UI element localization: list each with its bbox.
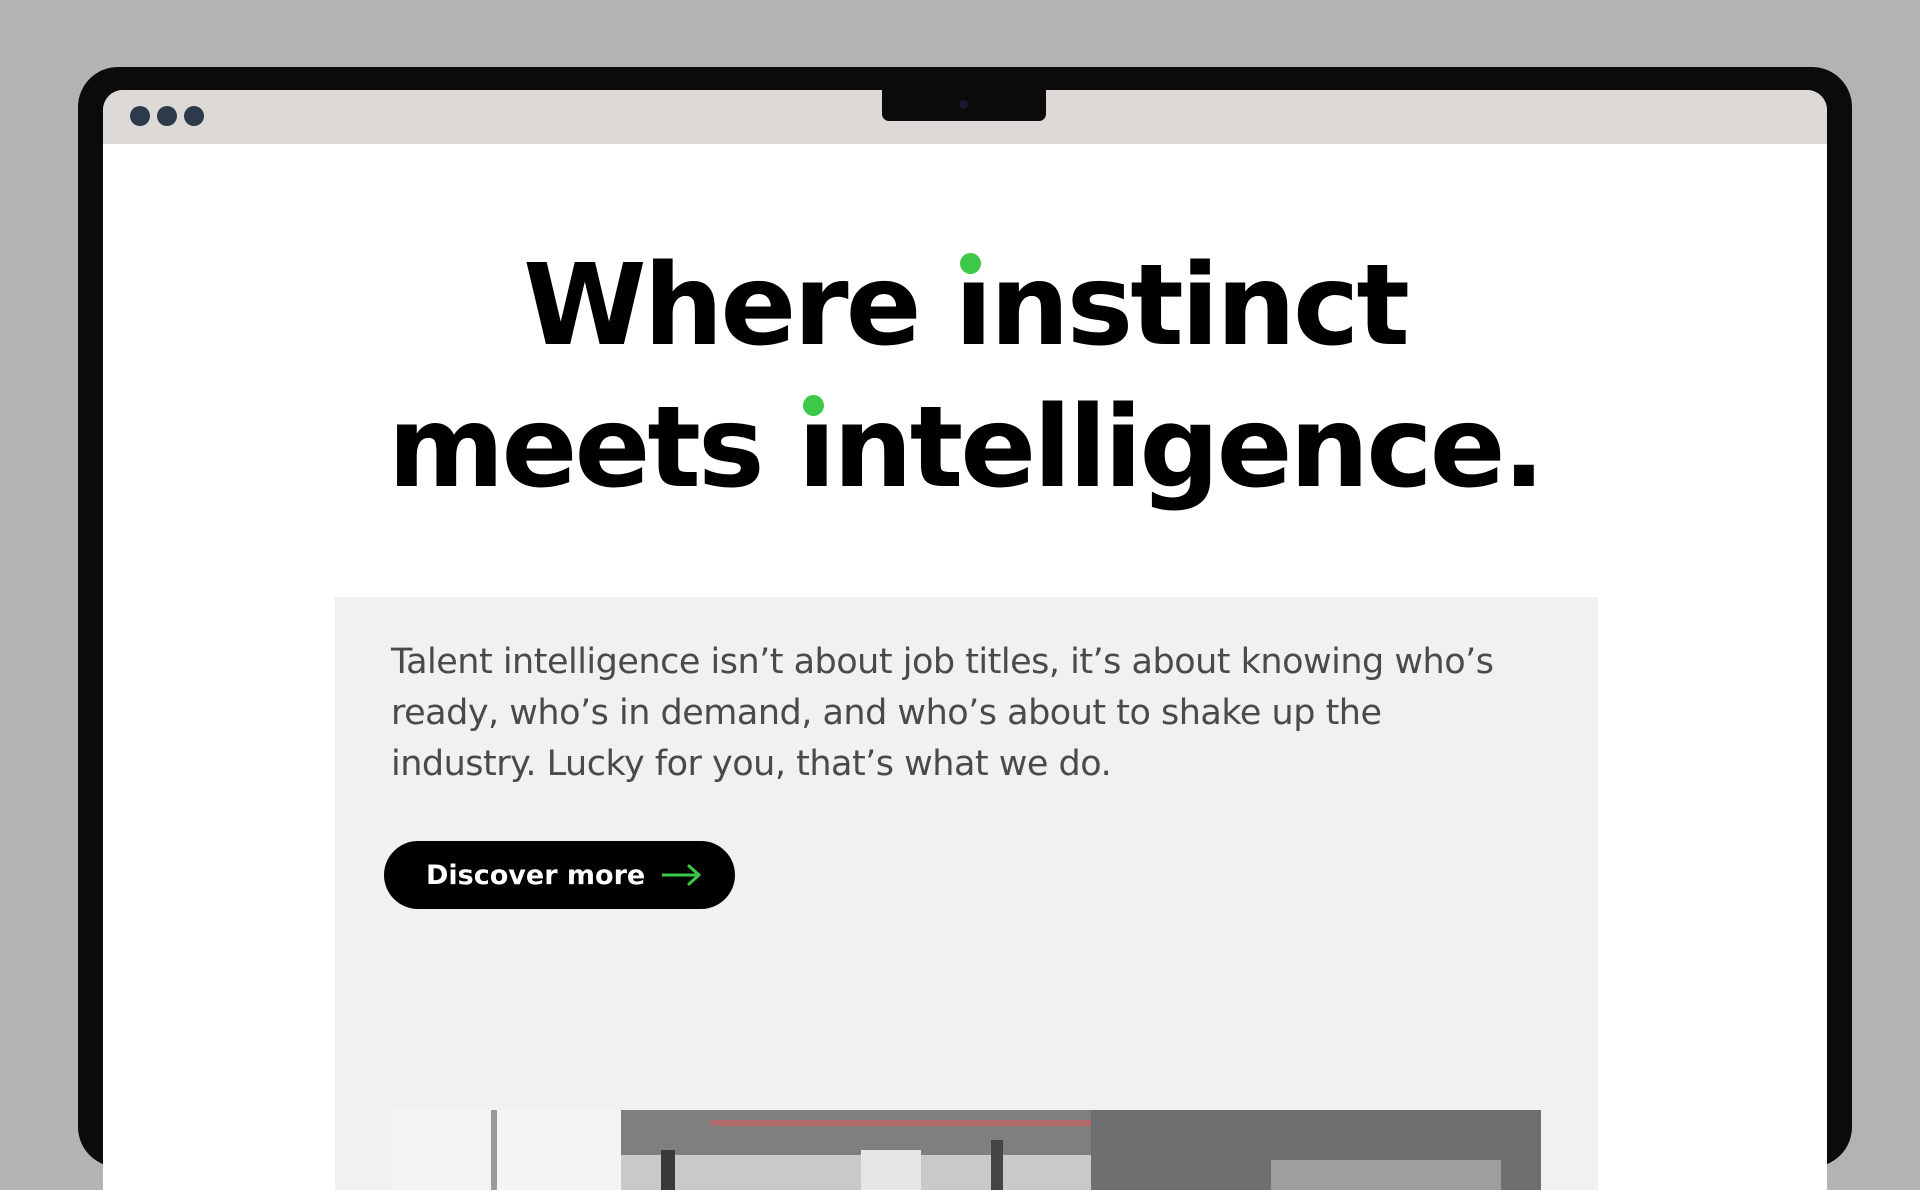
window-control-dot[interactable] [184,106,204,126]
office-photo [391,1110,1541,1190]
hero-image [391,1110,1541,1190]
intro-paragraph: Talent intelligence isn’t about job titl… [391,642,1494,784]
headline-text: Where [523,241,955,371]
accent-letter-i: ı [954,241,993,371]
headline-text: meets [387,383,798,513]
headline-text: ntelligence. [833,383,1545,513]
window-control-dot[interactable] [157,106,177,126]
webcam-icon [959,100,968,109]
browser-window: Where ınstinct meets ıntelligence. Talen… [103,90,1827,1190]
accent-letter-i: ı [797,383,836,513]
headline-text: nstinct [989,241,1410,371]
window-controls [130,106,204,126]
arrow-right-icon [662,864,701,886]
window-control-dot[interactable] [130,106,150,126]
discover-more-label: Discover more [426,859,646,891]
laptop-frame: Where ınstinct meets ıntelligence. Talen… [78,67,1852,1190]
camera-notch [882,90,1046,121]
discover-more-button[interactable]: Discover more [384,841,735,909]
intro-panel: Talent intelligence isn’t about job titl… [335,597,1598,1190]
hero-headline: Where ınstinct meets ıntelligence. [103,235,1827,519]
